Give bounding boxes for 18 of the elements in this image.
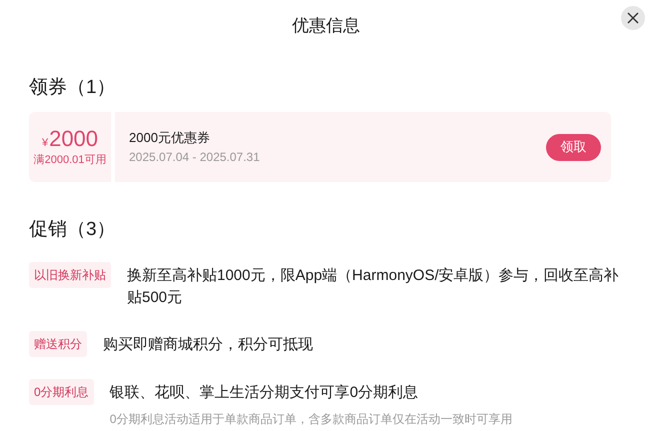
promotion-tag: 以旧换新补贴 [29, 262, 111, 288]
promotion-tag: 赠送积分 [29, 331, 87, 357]
promotion-text: 购买即赠商城积分，积分可抵现 [103, 335, 314, 355]
coupon-validity: 2025.07.04 - 2025.07.31 [129, 148, 261, 166]
coupon-amount: 2000 [49, 126, 98, 152]
close-icon [627, 12, 639, 24]
promotion-text: 银联、花呗、掌上生活分期支付可享0分期利息 [110, 383, 420, 403]
close-button[interactable] [621, 6, 645, 30]
currency-symbol: ¥ [42, 136, 48, 151]
coupon-condition: 满2000.01可用 [34, 152, 106, 168]
promotion-tag: 0分期利息 [29, 379, 94, 405]
promotion-note: 0分期利息活动适用于单款商品订单，含多款商品订单仅在活动一致时可享用 [110, 411, 514, 428]
claim-button[interactable]: 领取 [546, 134, 601, 160]
dialog-title: 优惠信息 [292, 15, 360, 37]
section-heading: 领券（1） [29, 77, 116, 98]
coupon-name: 2000元优惠券 [129, 129, 211, 148]
section-heading: 促销（3） [29, 219, 116, 240]
promotion-text: 换新至高补贴1000元，限App端（HarmonyOS/安卓版）参与，回收至高补贴500元 [127, 266, 620, 308]
